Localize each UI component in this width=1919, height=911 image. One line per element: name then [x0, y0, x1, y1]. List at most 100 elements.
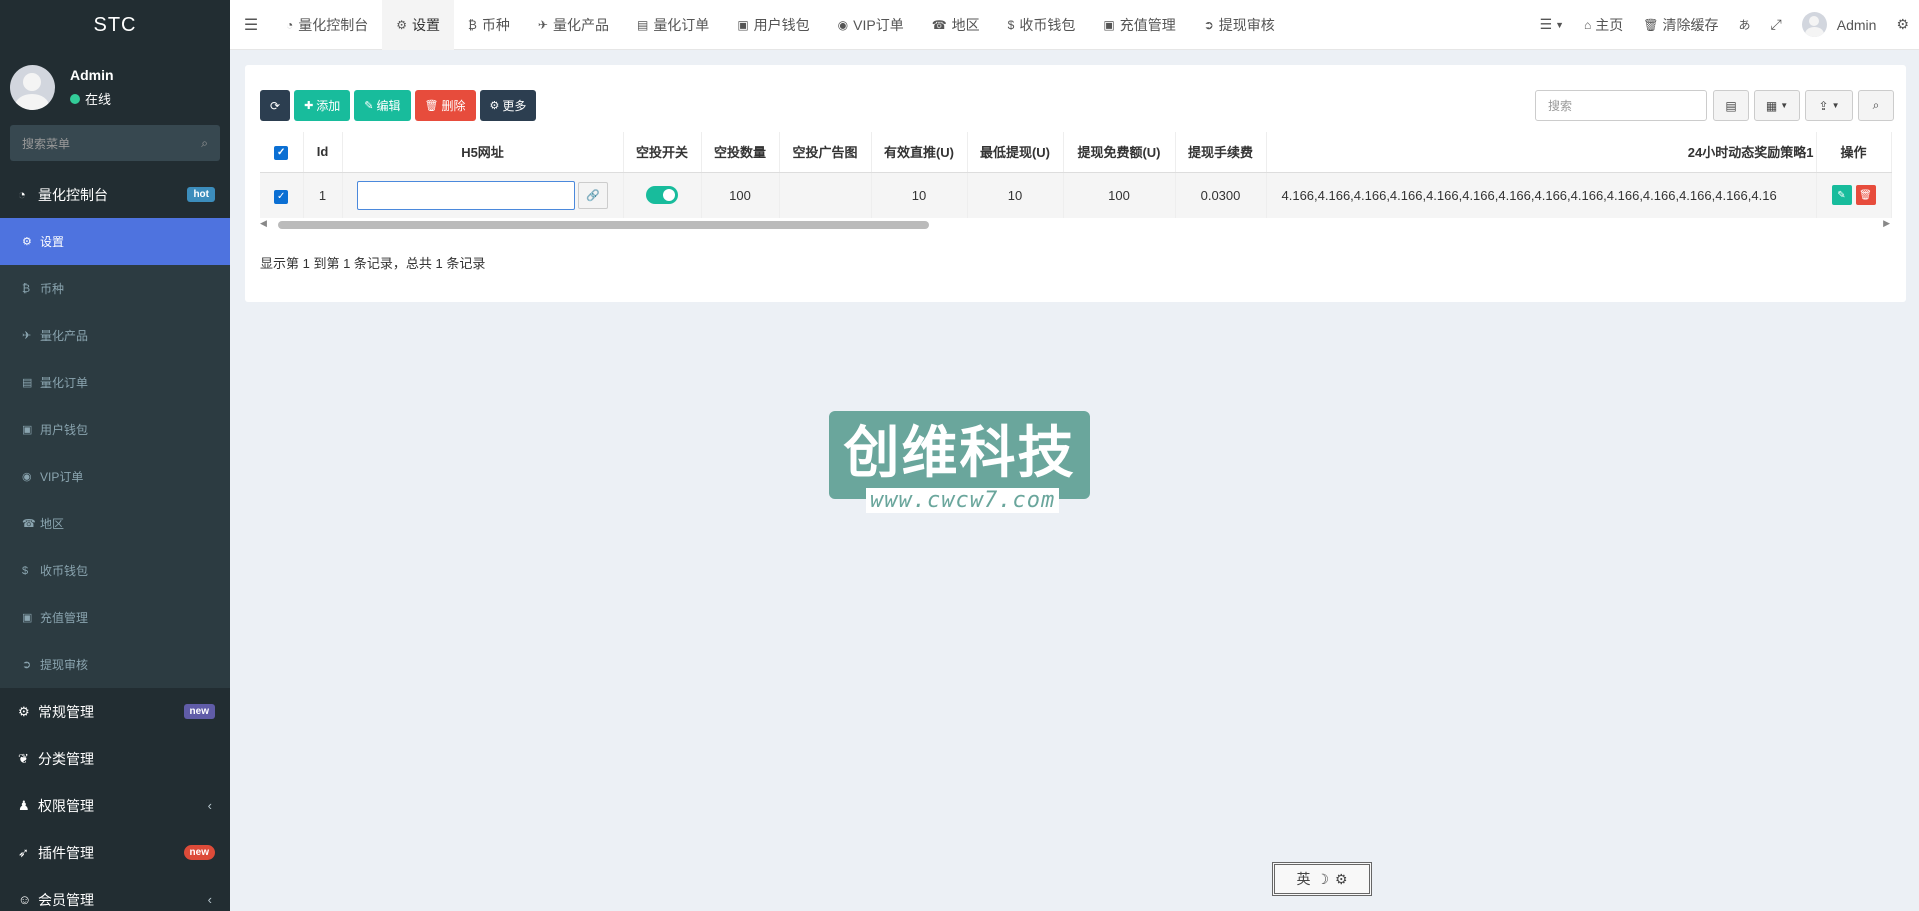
sidebar-item-user-wallet[interactable]: ▣ 用户钱包 — [0, 406, 230, 453]
tab-quant-orders[interactable]: ▤ 量化订单 — [623, 0, 723, 50]
tab-label: 量化控制台 — [298, 16, 369, 33]
clear-cache-button[interactable]: 🗑 清除缓存 — [1633, 0, 1728, 50]
cogs-icon: ⚙ — [1896, 16, 1909, 32]
sidebar-item-currency[interactable]: ₿ 币种 — [0, 265, 230, 312]
tab-receive-wallet[interactable]: $ 收币钱包 — [994, 0, 1090, 50]
column-header-valid-direct[interactable]: 有效直推(U) — [871, 132, 968, 173]
cell-min-withdraw: 10 — [967, 172, 1064, 218]
horizontal-scrollbar[interactable]: ◀ ▶ — [260, 218, 1890, 230]
sidebar-item-quant-products[interactable]: ✈ 量化产品 — [0, 312, 230, 359]
column-header-airdrop-image[interactable]: 空投广告图 — [779, 132, 872, 173]
tab-list-dropdown[interactable]: ☰ ▼ — [1530, 0, 1574, 50]
table-search-placeholder: 搜索 — [1548, 99, 1573, 113]
sidebar-search-input[interactable]: 搜索菜单 ⌕ — [10, 125, 220, 161]
column-header-withdraw-fee[interactable]: 提现手续费 — [1175, 132, 1267, 173]
sidebar-item-permission[interactable]: ♟ 权限管理 ‹ — [0, 782, 230, 829]
bitcoin-icon: ₿ — [22, 282, 31, 295]
columns-dropdown[interactable]: ▦ ▼ — [1754, 90, 1800, 121]
sidebar-item-general[interactable]: ⚙ 常规管理 new — [0, 688, 230, 735]
plane-icon: ✈ — [537, 17, 548, 32]
tab-currency[interactable]: ₿ 币种 — [454, 0, 524, 50]
tab-label: 地区 — [951, 16, 980, 33]
toolbar: ⟳ ✚ 添加 ✎ 编辑 🗑 删除 ⚙ 更多 — [260, 90, 537, 121]
edit-label: 编辑 — [376, 99, 401, 113]
home-link[interactable]: ⌂ 主页 — [1574, 0, 1633, 50]
column-header-airdrop-switch[interactable]: 空投开关 — [623, 132, 702, 173]
column-header-withdraw-free[interactable]: 提现免费额(U) — [1063, 132, 1176, 173]
user-name: Admin — [70, 67, 114, 83]
tab-settings[interactable]: ⚙ 设置 — [382, 0, 455, 50]
delete-button[interactable]: 🗑 删除 — [414, 90, 476, 121]
tab-recharge[interactable]: ▣ 充值管理 — [1089, 0, 1189, 50]
sidebar-item-quant-orders[interactable]: ▤ 量化订单 — [0, 359, 230, 406]
sidebar-item-plugin[interactable]: ➶ 插件管理 new — [0, 829, 230, 876]
language-toggle[interactable]: あ — [1729, 0, 1761, 50]
row-delete-button[interactable]: 🗑 — [1855, 185, 1876, 206]
row-checkbox[interactable]: ✓ — [260, 172, 304, 218]
sidebar-item-recharge[interactable]: ▣ 充值管理 — [0, 594, 230, 641]
h5-url-input[interactable] — [357, 180, 575, 210]
tab-region[interactable]: ☎ 地区 — [918, 0, 994, 50]
sidebar-item-vip-orders[interactable]: ◉ VIP订单 — [0, 453, 230, 500]
scroll-right-icon[interactable]: ▶ — [1883, 218, 1890, 229]
expand-icon: ⤢ — [1770, 16, 1782, 32]
column-header-h5[interactable]: H5网址 — [342, 132, 624, 173]
scroll-left-icon[interactable]: ◀ — [260, 218, 267, 229]
table-row[interactable]: ✓ 1 🔗 100 10 10 100 0.0300 4.166,4.166,4… — [260, 172, 1892, 218]
refresh-button[interactable]: ⟳ — [260, 90, 291, 121]
sidebar-item-label: 分类管理 — [38, 750, 94, 767]
sidebar-item-receive-wallet[interactable]: $ 收币钱包 — [0, 547, 230, 594]
table-search-input[interactable]: 搜索 — [1535, 90, 1707, 121]
tab-vip-orders[interactable]: ◉ VIP订单 — [824, 0, 918, 50]
translate-icon: あ — [1738, 18, 1751, 32]
dollar-icon: $ — [1007, 17, 1015, 32]
trash-icon: 🗑 — [424, 100, 439, 112]
export-dropdown[interactable]: ⇪ ▼ — [1805, 90, 1853, 121]
arrow-circle-icon: ➲ — [22, 659, 32, 671]
column-header-airdrop-count[interactable]: 空投数量 — [701, 132, 780, 173]
sidebar-item-label: 提现审核 — [40, 658, 89, 672]
sidebar-submenu: ⚙ 设置 ₿ 币种 ✈ 量化产品 ▤ 量化订单 ▣ 用户钱包 ◉ VIP订单 ☎ 地区 $ 收币… — [0, 218, 230, 688]
sidebar-item-label: 地区 — [40, 517, 65, 531]
toggle-view-button[interactable]: ▤ — [1713, 90, 1749, 121]
sidebar-item-withdraw-review[interactable]: ➲ 提现审核 — [0, 641, 230, 688]
sidebar-item-label: 币种 — [40, 282, 65, 296]
sidebar-item-member[interactable]: ☺ 会员管理 ‹ — [0, 876, 230, 911]
control-sidebar-button[interactable]: ⚙ — [1886, 0, 1919, 50]
column-header-min-withdraw[interactable]: 最低提现(U) — [967, 132, 1064, 173]
search-icon[interactable]: ⌕ — [201, 136, 208, 151]
row-edit-button[interactable]: ✎ — [1831, 185, 1852, 206]
fullscreen-button[interactable]: ⤢ — [1761, 0, 1792, 50]
home-icon: ⌂ — [1584, 17, 1592, 32]
cell-strategy: 4.166,4.166,4.166,4.166,4.166,4.166,4.16… — [1266, 172, 1817, 218]
advanced-search-button[interactable]: ⌕ — [1858, 90, 1894, 121]
user-menu[interactable]: Admin — [1792, 0, 1887, 50]
tab-withdraw-review[interactable]: ➲ 提现审核 — [1190, 0, 1289, 50]
user-circle-icon: ☺ — [18, 892, 32, 907]
sidebar-item-category[interactable]: ❦ 分类管理 — [0, 735, 230, 782]
menu-toggle-icon[interactable]: ☰ — [230, 0, 272, 50]
tab-label: VIP订单 — [853, 16, 904, 33]
ime-indicator[interactable]: 英 ☽ ⚙ — [1272, 862, 1372, 896]
airdrop-switch-toggle[interactable] — [646, 186, 678, 205]
scroll-thumb[interactable] — [278, 221, 929, 229]
sidebar-item-region[interactable]: ☎ 地区 — [0, 500, 230, 547]
sidebar-item-dashboard[interactable]: ◔ 量化控制台 hot — [0, 171, 230, 218]
column-header-strategy[interactable]: 24小时动态奖励策略1 — [1266, 132, 1817, 173]
column-header-id[interactable]: Id — [303, 132, 343, 173]
sidebar-item-label: 充值管理 — [40, 611, 89, 625]
select-all-checkbox[interactable]: ✓ — [260, 132, 304, 173]
tab-quant-products[interactable]: ✈ 量化产品 — [524, 0, 623, 50]
add-button[interactable]: ✚ 添加 — [294, 90, 351, 121]
edit-button[interactable]: ✎ 编辑 — [354, 90, 411, 121]
sidebar-item-label: 量化控制台 — [38, 186, 108, 203]
app-logo[interactable]: STC — [0, 0, 230, 50]
open-link-button[interactable]: 🔗 — [578, 181, 608, 209]
tab-dashboard[interactable]: ◔ 量化控制台 — [272, 0, 382, 50]
chevron-left-icon: ‹ — [207, 798, 212, 813]
sidebar-item-settings[interactable]: ⚙ 设置 — [0, 218, 230, 265]
more-button[interactable]: ⚙ 更多 — [479, 90, 537, 121]
tab-user-wallet[interactable]: ▣ 用户钱包 — [723, 0, 823, 50]
rocket-icon: ➶ — [18, 844, 29, 860]
sidebar-item-label: 常规管理 — [38, 703, 94, 720]
